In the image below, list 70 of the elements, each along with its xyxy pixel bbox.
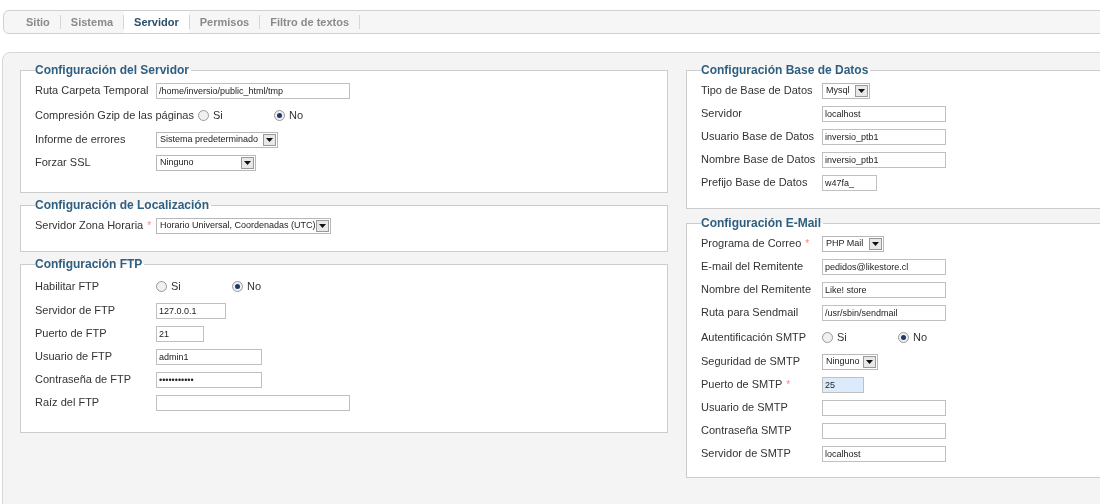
field-label: Raíz del FTP — [35, 395, 100, 411]
text-field[interactable]: w47fa_ — [822, 174, 877, 191]
text-field[interactable]: localhost — [822, 445, 946, 462]
required-mark: * — [147, 219, 152, 233]
radio-button[interactable] — [898, 331, 909, 343]
field-label: Contraseña de FTP — [35, 372, 131, 388]
text-field[interactable]: inversio_ptb1 — [822, 151, 946, 168]
field-label: Nombre Base de Datos — [701, 152, 816, 168]
field-label: Autentificación SMTP — [701, 329, 807, 345]
field-label: Puerto de SMTP — [701, 377, 783, 393]
radio-button[interactable] — [232, 280, 243, 292]
field-label: Compresión Gzip de las páginas — [35, 107, 194, 123]
field-label: Servidor de SMTP — [701, 446, 791, 462]
radio-option[interactable]: No — [274, 106, 350, 124]
text-field[interactable] — [822, 399, 946, 416]
field-label: Seguridad de SMTP — [701, 354, 801, 370]
radio-button[interactable] — [822, 331, 833, 343]
section-title: Configuración FTP — [35, 256, 144, 273]
field-label: Ruta para Sendmail — [701, 305, 799, 321]
field-label: Contraseña SMTP — [701, 423, 792, 439]
required-mark: * — [805, 237, 810, 251]
field-label: Prefijo Base de Datos — [701, 175, 808, 191]
text-field[interactable]: localhost — [822, 105, 946, 122]
field-label: Tipo de Base de Datos — [701, 83, 813, 99]
radio-button[interactable] — [156, 280, 167, 292]
field-label: Nombre del Remitente — [701, 282, 812, 298]
section-title: Configuración Base de Datos — [701, 62, 870, 79]
text-field[interactable]: 21 — [156, 325, 204, 342]
radio-option[interactable]: No — [232, 277, 308, 295]
text-field[interactable]: Like! store — [822, 281, 946, 298]
radio-option[interactable]: Si — [822, 328, 898, 346]
text-field[interactable]: 25 — [822, 376, 864, 393]
field-label: Servidor — [701, 106, 742, 122]
section-title: Configuración del Servidor — [35, 62, 191, 79]
section-title: Configuración E-Mail — [701, 215, 822, 232]
radio-option[interactable]: Si — [198, 106, 274, 124]
field-label: Servidor Zona Horaria — [35, 218, 144, 234]
section-title: Configuración de Localización — [35, 197, 211, 214]
dropdown[interactable]: Horario Universal, Coordenadas (UTC) — [156, 217, 331, 234]
text-field[interactable]: inversio_ptb1 — [822, 128, 946, 145]
field-label: Usuario de SMTP — [701, 400, 788, 416]
field-label: Forzar SSL — [35, 155, 91, 171]
text-field[interactable]: ••••••••••• — [156, 371, 262, 388]
dropdown[interactable]: PHP Mail — [822, 235, 884, 252]
dropdown[interactable]: Mysql — [822, 82, 870, 99]
text-field[interactable]: /usr/sbin/sendmail — [822, 304, 946, 321]
text-field[interactable]: 127.0.0.1 — [156, 302, 226, 319]
field-label: Ruta Carpeta Temporal — [35, 83, 149, 99]
dropdown[interactable]: Sistema predeterminado — [156, 131, 278, 148]
field-label: Usuario Base de Datos — [701, 129, 815, 145]
field-label: Usuario de FTP — [35, 349, 113, 365]
text-field[interactable] — [156, 394, 350, 411]
field-label: Informe de errores — [35, 132, 126, 148]
radio-button[interactable] — [198, 109, 209, 121]
field-label: Servidor de FTP — [35, 303, 116, 319]
field-label: E-mail del Remitente — [701, 259, 804, 275]
required-mark: * — [786, 378, 791, 392]
field-label: Puerto de FTP — [35, 326, 107, 342]
field-label: Habilitar FTP — [35, 278, 100, 294]
text-field[interactable]: /home/inversio/public_html/tmp — [156, 82, 350, 99]
radio-option[interactable]: No — [898, 328, 974, 346]
field-label: Programa de Correo — [701, 236, 802, 252]
radio-button[interactable] — [274, 109, 285, 121]
text-field[interactable]: pedidos@likestore.cl — [822, 258, 946, 275]
text-field[interactable]: admin1 — [156, 348, 262, 365]
dropdown[interactable]: Ninguno — [822, 353, 878, 370]
dropdown[interactable]: Ninguno — [156, 154, 256, 171]
radio-option[interactable]: Si — [156, 277, 232, 295]
text-field[interactable] — [822, 422, 946, 439]
tab[interactable]: Servidor — [124, 11, 189, 33]
